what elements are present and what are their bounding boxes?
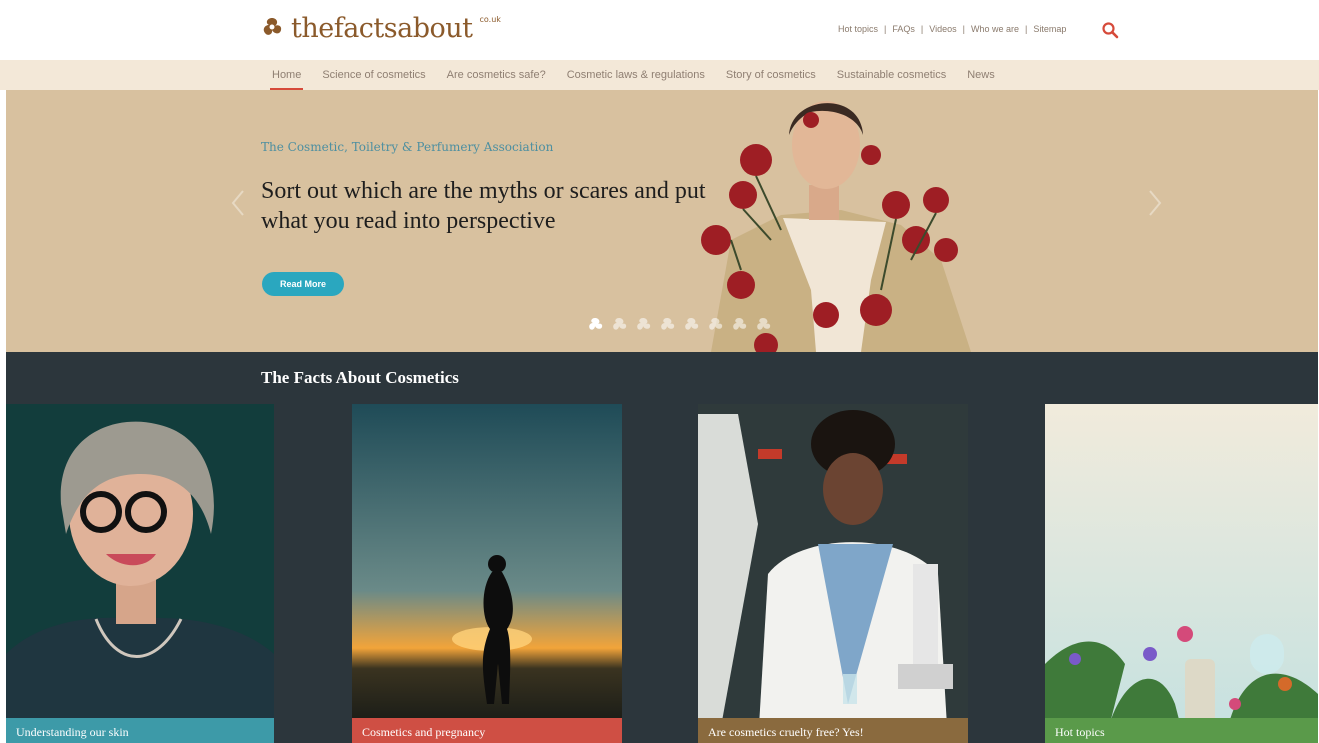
nav-item-cosmetic-laws[interactable]: Cosmetic laws & regulations xyxy=(567,60,705,90)
carousel-dot-icon[interactable] xyxy=(730,317,748,331)
utility-nav: Hot topics | FAQs | Videos | Who we are … xyxy=(838,24,1066,34)
read-more-button[interactable]: Read More xyxy=(262,272,344,296)
search-icon[interactable] xyxy=(1101,21,1119,39)
card-hot-topics[interactable]: Hot topics xyxy=(1045,404,1318,743)
util-link-videos[interactable]: Videos xyxy=(929,24,956,34)
site-logo[interactable]: thefactsabout co.uk xyxy=(259,10,501,46)
nav-item-story-of-cosmetics[interactable]: Story of cosmetics xyxy=(726,60,816,90)
carousel-next-icon[interactable] xyxy=(1146,188,1164,218)
logo-wordmark: thefactsabout xyxy=(291,12,473,44)
carousel-dot-icon[interactable] xyxy=(754,317,772,331)
carousel-prev-icon[interactable] xyxy=(229,188,247,218)
site-header: thefactsabout co.uk Hot topics | FAQs | V… xyxy=(0,0,1319,60)
card-caption: Cosmetics and pregnancy xyxy=(352,718,622,743)
util-link-sitemap[interactable]: Sitemap xyxy=(1033,24,1066,34)
logo-tld: co.uk xyxy=(479,14,501,24)
card-cosmetics-and-pregnancy[interactable]: Cosmetics and pregnancy xyxy=(352,404,622,743)
card-caption: Are cosmetics cruelty free? Yes! xyxy=(698,718,968,743)
util-link-who-we-are[interactable]: Who we are xyxy=(971,24,1019,34)
util-separator: | xyxy=(1024,24,1028,34)
util-separator: | xyxy=(884,24,887,34)
card-image-lab-scientist xyxy=(698,404,968,743)
nav-item-science-of-cosmetics[interactable]: Science of cosmetics xyxy=(322,60,425,90)
util-separator: | xyxy=(920,24,924,34)
card-image-sunset-silhouette xyxy=(352,404,622,743)
carousel-dot-icon[interactable] xyxy=(682,317,700,331)
carousel-dot-icon[interactable] xyxy=(610,317,628,331)
card-image-smiling-woman xyxy=(6,404,274,743)
main-nav: Home Science of cosmetics Are cosmetics … xyxy=(0,60,1319,90)
facts-section: The Facts About Cosmetics Understanding … xyxy=(6,352,1318,743)
nav-item-news[interactable]: News xyxy=(967,60,995,90)
util-link-faqs[interactable]: FAQs xyxy=(892,24,915,34)
card-cruelty-free[interactable]: Are cosmetics cruelty free? Yes! xyxy=(698,404,968,743)
logo-swirl-icon xyxy=(263,18,282,35)
card-image-botanical-bottles xyxy=(1045,404,1318,743)
carousel-dot-icon[interactable] xyxy=(706,317,724,331)
util-separator: | xyxy=(962,24,965,34)
card-caption: Understanding our skin xyxy=(6,718,274,743)
hero-org-name: The Cosmetic, Toiletry & Perfumery Assoc… xyxy=(261,140,554,154)
section-title: The Facts About Cosmetics xyxy=(261,368,459,387)
nav-item-are-cosmetics-safe[interactable]: Are cosmetics safe? xyxy=(447,60,546,90)
card-caption: Hot topics xyxy=(1045,718,1318,743)
hero-headline: Sort out which are the myths or scares a… xyxy=(261,178,706,234)
hero-carousel: The Cosmetic, Toiletry & Perfumery Assoc… xyxy=(6,90,1318,352)
carousel-dot-icon[interactable] xyxy=(586,317,604,331)
carousel-dot-icon[interactable] xyxy=(658,317,676,331)
carousel-dot-icon[interactable] xyxy=(634,317,652,331)
card-understanding-our-skin[interactable]: Understanding our skin xyxy=(6,404,274,743)
carousel-pagination xyxy=(586,317,772,331)
nav-item-sustainable-cosmetics[interactable]: Sustainable cosmetics xyxy=(837,60,946,90)
util-link-hot-topics[interactable]: Hot topics xyxy=(838,24,878,34)
nav-item-home[interactable]: Home xyxy=(269,60,304,90)
